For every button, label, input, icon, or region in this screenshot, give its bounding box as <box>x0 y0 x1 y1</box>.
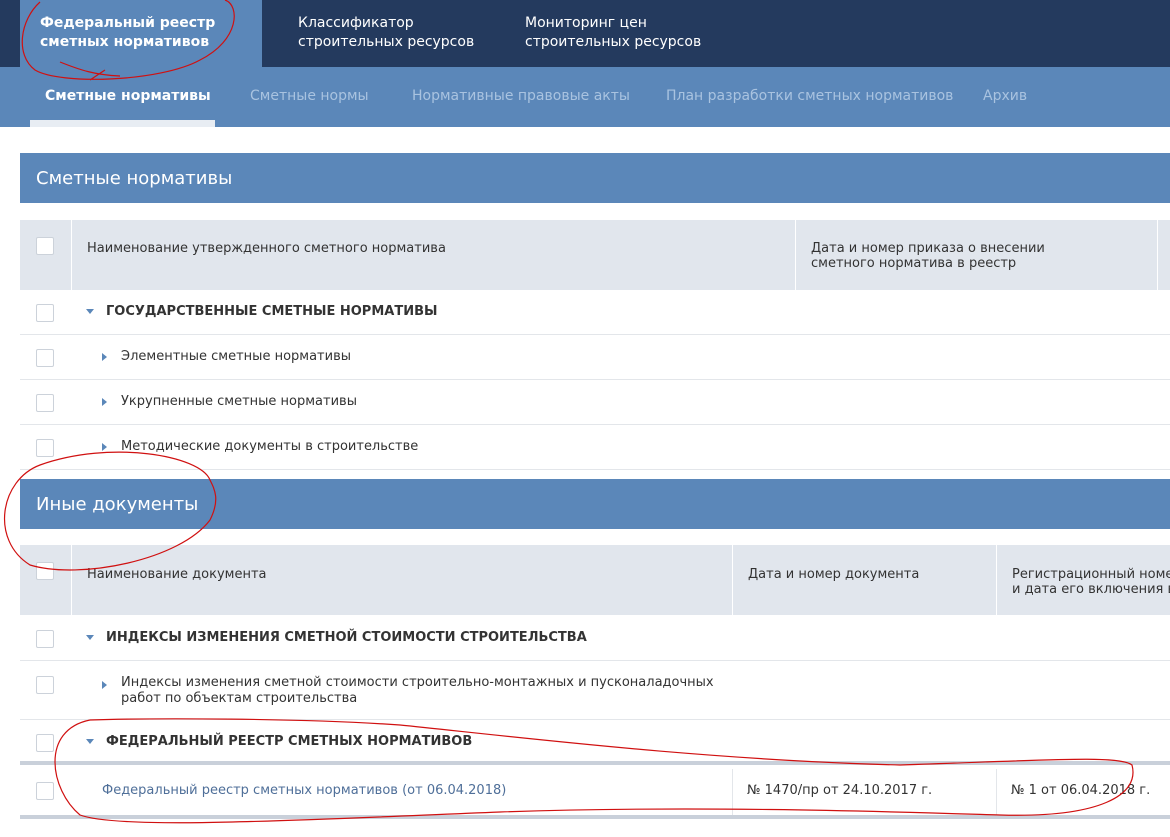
table-header: Наименование утвержденного сметного норм… <box>20 220 1170 290</box>
top-nav: Федеральный реестр сметных нормативов Кл… <box>0 0 1170 67</box>
tab-resource-classifier[interactable]: Классификатор строительных ресурсов <box>298 0 474 67</box>
column-header-name[interactable]: Наименование документа <box>71 545 732 615</box>
subtab-archive[interactable]: Архив <box>983 88 1027 104</box>
table-header: Наименование документа Дата и номер доку… <box>20 545 1170 615</box>
row-label: Методические документы в строительстве <box>121 439 419 454</box>
row-label: Индексы изменения сметной стоимости стро… <box>121 675 714 706</box>
row-label: Укрупненные сметные нормативы <box>121 394 357 409</box>
row-checkbox[interactable] <box>36 676 54 694</box>
row-checkbox[interactable] <box>36 349 54 367</box>
select-all-checkbox[interactable] <box>36 562 54 580</box>
sub-nav: Сметные нормативы Сметные нормы Норматив… <box>0 67 1170 127</box>
caret-right-icon <box>102 681 107 689</box>
document-link[interactable]: Федеральный реестр сметных нормативов (о… <box>102 783 506 798</box>
table-row[interactable]: Индексы изменения сметной стоимости стро… <box>20 661 1170 720</box>
row-checkbox[interactable] <box>36 394 54 412</box>
section-title: Иные документы <box>20 479 1170 529</box>
subtab-estimate-norms[interactable]: Сметные нормы <box>250 88 369 104</box>
caret-down-icon <box>86 635 94 640</box>
row-checkbox[interactable] <box>36 630 54 648</box>
subtab-legal-acts[interactable]: Нормативные правовые акты <box>412 88 630 104</box>
column-header-registration[interactable]: Регистрационный номер и дата его включен… <box>996 545 1170 615</box>
caret-right-icon <box>102 442 107 451</box>
document-registration: № 1 от 06.04.2018 г. <box>1011 783 1151 798</box>
table-row-document[interactable]: Федеральный реестр сметных нормативов (о… <box>20 769 1170 819</box>
group-label: Индексы изменения сметной стоимости стро… <box>106 630 587 645</box>
select-all-checkbox[interactable] <box>36 237 54 255</box>
row-checkbox[interactable] <box>36 734 54 752</box>
active-tab-indicator <box>30 120 215 127</box>
subtab-estimate-standards[interactable]: Сметные нормативы <box>45 88 211 104</box>
subtab-development-plan[interactable]: План разработки сметных нормативов <box>666 88 953 104</box>
section-title: Сметные нормативы <box>20 153 1170 203</box>
caret-down-icon <box>86 309 94 314</box>
row-checkbox[interactable] <box>36 439 54 457</box>
caret-right-icon <box>102 397 107 406</box>
row-checkbox[interactable] <box>36 304 54 322</box>
table-row-group[interactable]: Федеральный реестр сметных нормативов <box>20 720 1170 765</box>
row-label: Элементные сметные нормативы <box>121 349 352 364</box>
table-row[interactable]: Элементные сметные нормативы <box>20 335 1170 380</box>
column-header-date[interactable]: Дата и номер документа <box>732 545 996 615</box>
caret-right-icon <box>102 352 107 361</box>
tab-federal-registry[interactable]: Федеральный реестр сметных нормативов <box>20 0 262 67</box>
table-row-group[interactable]: Государственные сметные нормативы <box>20 290 1170 335</box>
group-label: Государственные сметные нормативы <box>106 304 438 319</box>
column-header-extra <box>1157 220 1170 290</box>
document-date-number: № 1470/пр от 24.10.2017 г. <box>747 783 933 798</box>
table-row[interactable]: Укрупненные сметные нормативы <box>20 380 1170 425</box>
column-header-name[interactable]: Наименование утвержденного сметного норм… <box>71 220 795 290</box>
table-row-group[interactable]: Индексы изменения сметной стоимости стро… <box>20 615 1170 661</box>
row-checkbox[interactable] <box>36 782 54 800</box>
group-label: Федеральный реестр сметных нормативов <box>106 734 473 749</box>
tab-price-monitoring[interactable]: Мониторинг цен строительных ресурсов <box>525 0 701 67</box>
caret-down-icon <box>86 739 94 744</box>
table-row[interactable]: Методические документы в строительстве <box>20 425 1170 470</box>
column-header-order[interactable]: Дата и номер приказа о внесении сметного… <box>795 220 1157 290</box>
